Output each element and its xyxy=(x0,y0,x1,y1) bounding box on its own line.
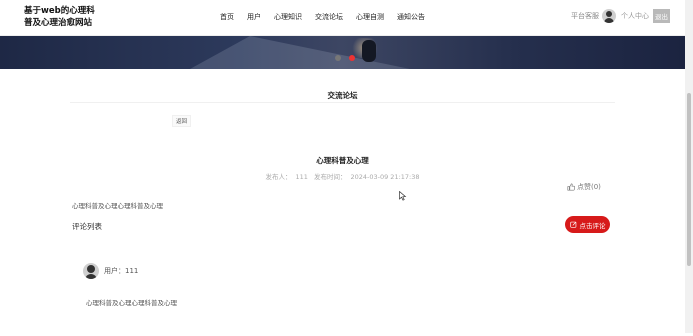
commenter-avatar-icon xyxy=(83,263,99,279)
banner-figure xyxy=(362,40,376,62)
nav-home[interactable]: 首页 xyxy=(220,12,234,22)
publisher-value: 111 xyxy=(295,173,308,181)
site-title[interactable]: 基于web的心理科 普及心理治愈网站 xyxy=(24,5,104,29)
carousel-dot-1[interactable] xyxy=(335,55,341,61)
nav-announcements[interactable]: 通知公告 xyxy=(397,12,425,22)
user-avatar-icon[interactable] xyxy=(602,9,616,23)
site-title-line2: 普及心理治愈网站 xyxy=(24,18,93,28)
like-button[interactable]: 点赞(0) xyxy=(567,182,601,192)
title-divider xyxy=(70,102,615,103)
section-title: 交流论坛 xyxy=(327,91,358,100)
nav-self-test[interactable]: 心理自测 xyxy=(356,12,384,22)
page-scrollbar-thumb[interactable] xyxy=(687,93,691,266)
customer-service-link[interactable]: 平台客服 xyxy=(571,11,599,21)
publish-time-label: 发布时间： xyxy=(313,173,347,181)
header-user-area: 平台客服 个人中心 退出 xyxy=(571,9,670,23)
site-title-line1: 基于web的心理科 xyxy=(24,6,95,16)
add-comment-button[interactable]: 点击评论 xyxy=(565,216,610,233)
back-button[interactable]: 返回 xyxy=(172,115,192,127)
comments-title: 评论列表 xyxy=(72,222,102,231)
thumbs-up-icon xyxy=(567,183,575,191)
post-title: 心理科普及心理 xyxy=(316,156,369,165)
hero-banner xyxy=(0,36,685,69)
commenter-name: 用户：111 xyxy=(104,267,139,275)
site-header: 基于web的心理科 普及心理治愈网站 首页 用户 心理知识 交流论坛 心理自测 … xyxy=(0,0,685,36)
post-meta: 发布人： 111 发布时间： 2024-03-09 21:17:38 xyxy=(0,171,685,181)
user-center-link[interactable]: 个人中心 xyxy=(621,11,649,21)
edit-icon xyxy=(569,221,576,228)
nav-forum[interactable]: 交流论坛 xyxy=(315,12,343,22)
comment-item: 用户：111 xyxy=(83,263,138,279)
logout-button[interactable]: 退出 xyxy=(653,9,670,23)
nav-psych-knowledge[interactable]: 心理知识 xyxy=(274,12,302,22)
comment-text: 心理科普及心理心理科普及心理 xyxy=(86,299,177,307)
publisher-label: 发布人： xyxy=(265,173,292,181)
post-content: 心理科普及心理心理科普及心理 xyxy=(72,202,163,210)
add-comment-label: 点击评论 xyxy=(579,221,606,230)
mouse-cursor-icon xyxy=(399,191,407,201)
like-count-label: 点赞(0) xyxy=(577,183,601,191)
main-nav: 首页 用户 心理知识 交流论坛 心理自测 通知公告 xyxy=(220,12,438,22)
nav-users[interactable]: 用户 xyxy=(247,12,261,22)
carousel-dot-2-active[interactable] xyxy=(349,55,355,61)
publish-time-value: 2024-03-09 21:17:38 xyxy=(350,173,420,181)
